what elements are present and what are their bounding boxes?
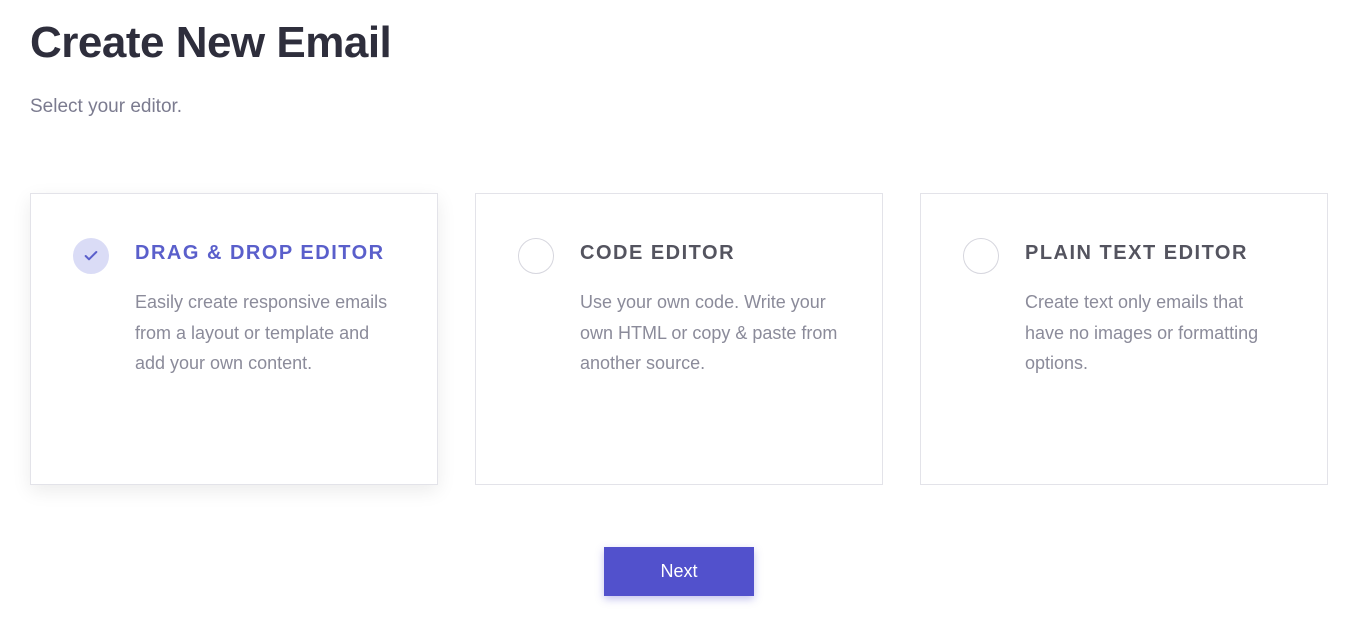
action-row: Next [30, 547, 1328, 596]
radio-unselected[interactable] [518, 238, 554, 274]
check-icon [83, 248, 99, 264]
next-button[interactable]: Next [604, 547, 753, 596]
radio-unselected[interactable] [963, 238, 999, 274]
option-content: DRAG & DROP EDITOR Easily create respons… [135, 238, 395, 379]
option-content: PLAIN TEXT EDITOR Create text only email… [1025, 238, 1285, 379]
option-content: CODE EDITOR Use your own code. Write you… [580, 238, 840, 379]
option-code-editor[interactable]: CODE EDITOR Use your own code. Write you… [475, 193, 883, 485]
option-description: Use your own code. Write your own HTML o… [580, 287, 840, 379]
page-title: Create New Email [30, 18, 1328, 68]
editor-options-row: DRAG & DROP EDITOR Easily create respons… [30, 193, 1328, 485]
option-title: PLAIN TEXT EDITOR [1025, 238, 1285, 269]
option-description: Easily create responsive emails from a l… [135, 287, 395, 379]
option-title: CODE EDITOR [580, 238, 840, 269]
page-subtitle: Select your editor. [30, 96, 1328, 118]
option-title: DRAG & DROP EDITOR [135, 238, 395, 269]
radio-selected[interactable] [73, 238, 109, 274]
option-drag-drop-editor[interactable]: DRAG & DROP EDITOR Easily create respons… [30, 193, 438, 485]
option-description: Create text only emails that have no ima… [1025, 287, 1285, 379]
option-plain-text-editor[interactable]: PLAIN TEXT EDITOR Create text only email… [920, 193, 1328, 485]
